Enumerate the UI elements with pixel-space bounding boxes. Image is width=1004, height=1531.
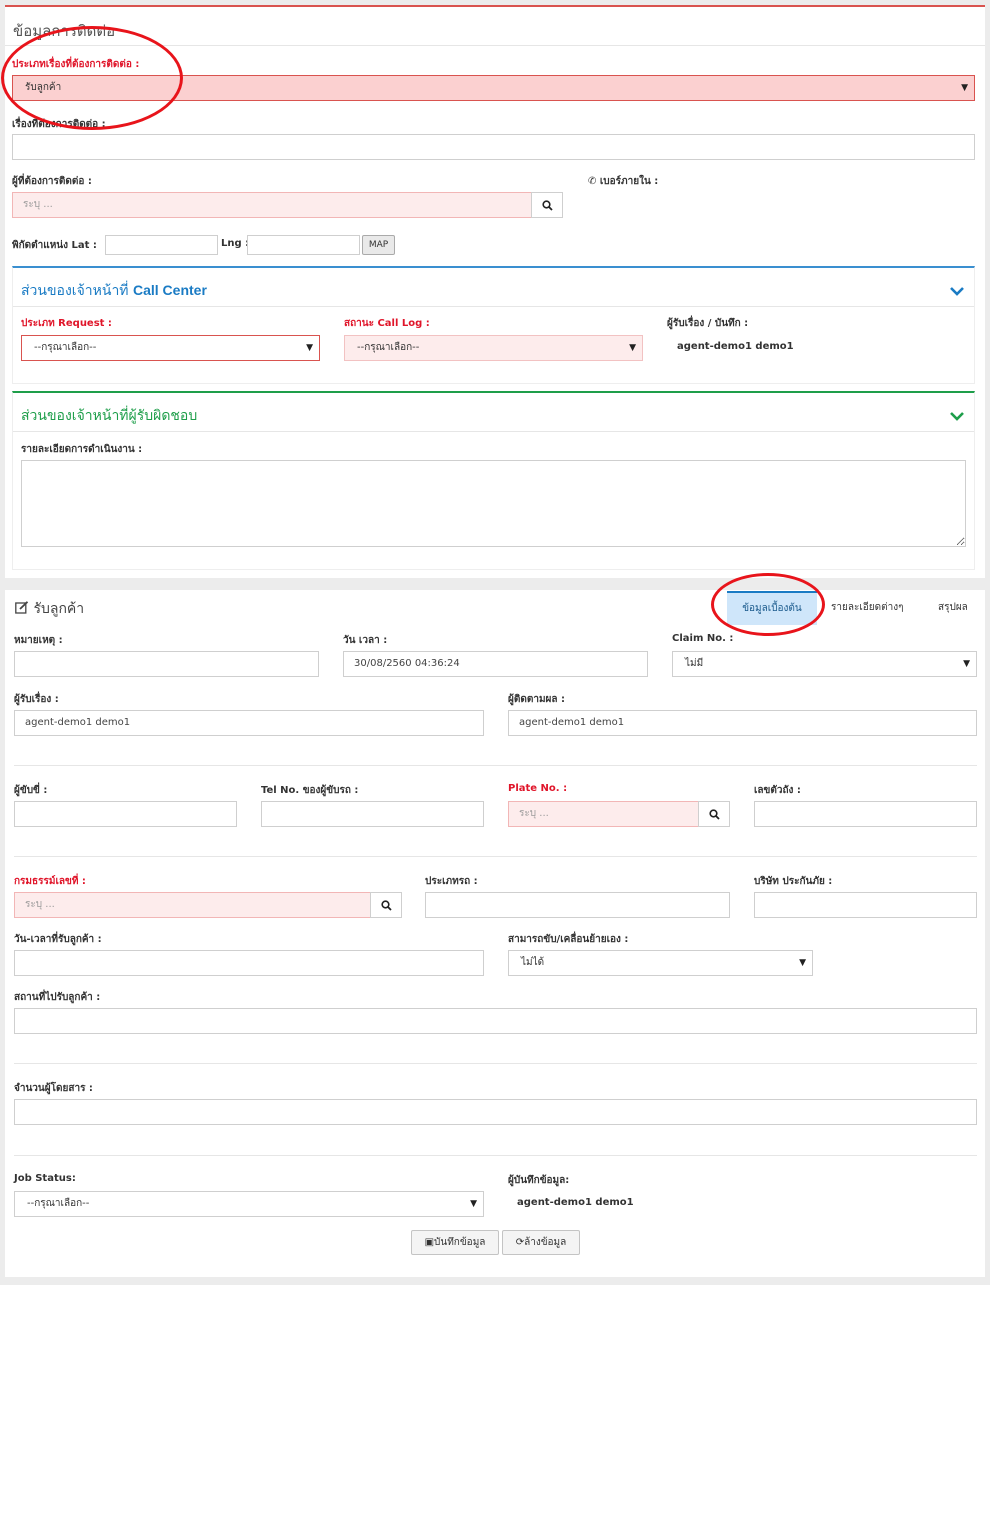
cc-recorder-label: ผู้รับเรื่อง / บันทึก : bbox=[667, 318, 749, 329]
save-icon: ▣ bbox=[424, 1237, 435, 1248]
contact-panel: ข้อมูลการติดต่อ ประเภทเรื่องที่ต้องการติ… bbox=[1, 5, 985, 578]
chassis-label: เลขตัวถัง : bbox=[754, 785, 801, 796]
customer-title: รับลูกค้า bbox=[33, 601, 85, 617]
plate-search-button[interactable] bbox=[698, 801, 730, 827]
call-center-title-prefix: ส่วนของเจ้าหน้าที่ bbox=[21, 283, 133, 299]
passengers-label: จำนวนผู้โดยสาร : bbox=[14, 1083, 93, 1094]
driver-tel-input[interactable] bbox=[261, 801, 484, 827]
chevron-down-icon[interactable] bbox=[950, 286, 964, 296]
caret-down-icon: ▼ bbox=[470, 1199, 477, 1209]
extension-label: เบอร์ภายใน : bbox=[599, 176, 659, 187]
call-center-title[interactable]: ส่วนของเจ้าหน้าที่ Call Center bbox=[21, 280, 207, 302]
pickup-datetime-label: วัน-เวลาที่รับลูกค้า : bbox=[14, 934, 102, 945]
topic-type-select[interactable]: รับลูกค้า ▼ bbox=[12, 75, 975, 101]
topic-type-label: ประเภทเรื่องที่ต้องการติดต่อ : bbox=[12, 59, 140, 70]
responsible-title[interactable]: ส่วนของเจ้าหน้าที่ผู้รับผิดชอบ bbox=[21, 405, 197, 427]
claim-select[interactable]: ไม่มี ▼ bbox=[672, 651, 977, 677]
data-recorder-value: agent-demo1 demo1 bbox=[517, 1197, 634, 1208]
drivable-value: ไม่ได้ bbox=[521, 957, 545, 968]
driver-input[interactable] bbox=[14, 801, 237, 827]
claim-value: ไม่มี bbox=[685, 658, 704, 669]
pickup-place-label: สถานที่ไปรับลูกค้า : bbox=[14, 992, 101, 1003]
contact-person-label: ผู้ที่ต้องการติดต่อ : bbox=[12, 176, 92, 187]
chassis-input[interactable] bbox=[754, 801, 977, 827]
plate-input[interactable]: ระบุ ... bbox=[508, 801, 699, 827]
data-recorder-label: ผู้บันทึกข้อมูล: bbox=[508, 1175, 570, 1186]
pickup-datetime-input[interactable] bbox=[14, 950, 484, 976]
note-label: หมายเหตุ : bbox=[14, 635, 63, 646]
contact-person-search-button[interactable] bbox=[531, 192, 563, 218]
insurer-input[interactable] bbox=[754, 892, 977, 918]
job-status-label: Job Status: bbox=[14, 1173, 76, 1184]
insurer-label: บริษัท ประกันภัย : bbox=[754, 876, 833, 887]
passengers-input[interactable] bbox=[14, 1099, 977, 1125]
extension-label-wrap: ✆ เบอร์ภายใน : bbox=[588, 174, 658, 189]
contact-person-input[interactable]: ระบุ ... bbox=[12, 192, 532, 218]
receiver-label: ผู้รับเรื่อง : bbox=[14, 694, 59, 705]
follower-input[interactable]: agent-demo1 demo1 bbox=[508, 710, 977, 736]
contact-panel-title: ข้อมูลการติดต่อ bbox=[13, 22, 116, 40]
caret-down-icon: ▼ bbox=[963, 659, 970, 669]
receiver-input[interactable]: agent-demo1 demo1 bbox=[14, 710, 484, 736]
details-textarea[interactable] bbox=[21, 460, 966, 547]
lng-label: Lng : bbox=[221, 238, 250, 249]
details-label: รายละเอียดการดำเนินงาน : bbox=[21, 444, 143, 455]
responsible-panel: ส่วนของเจ้าหน้าที่ผู้รับผิดชอบ รายละเอีย… bbox=[12, 391, 975, 570]
topic-input[interactable] bbox=[12, 134, 975, 160]
search-icon bbox=[709, 809, 720, 820]
caret-down-icon: ▼ bbox=[629, 343, 636, 353]
chevron-down-icon[interactable] bbox=[950, 411, 964, 421]
caret-down-icon: ▼ bbox=[799, 958, 806, 968]
drivable-label: สามารถขับ/เคลื่อนย้ายเอง : bbox=[508, 934, 629, 945]
note-input[interactable] bbox=[14, 651, 319, 677]
car-type-input[interactable] bbox=[425, 892, 730, 918]
call-log-select[interactable]: --กรุณาเลือก-- ▼ bbox=[344, 335, 643, 361]
clear-button[interactable]: ⟳ล้างข้อมูล bbox=[502, 1230, 580, 1255]
driver-label: ผู้ขับขี่ : bbox=[14, 785, 48, 796]
clear-button-label: ล้างข้อมูล bbox=[524, 1237, 567, 1248]
policy-input[interactable]: ระบุ ... bbox=[14, 892, 371, 918]
datetime-label: วัน เวลา : bbox=[343, 635, 388, 646]
lng-input[interactable] bbox=[247, 235, 360, 255]
policy-label: กรมธรรม์เลขที่ : bbox=[14, 876, 86, 887]
car-type-label: ประเภทรถ : bbox=[425, 876, 478, 887]
pickup-place-input[interactable] bbox=[14, 1008, 977, 1034]
map-button[interactable]: MAP bbox=[362, 235, 395, 255]
lat-input[interactable] bbox=[105, 235, 218, 255]
call-center-title-suffix: Call Center bbox=[132, 282, 207, 298]
coords-lat-label: พิกัดตำแหน่ง Lat : bbox=[12, 240, 97, 251]
job-status-value: --กรุณาเลือก-- bbox=[27, 1198, 90, 1209]
refresh-icon: ⟳ bbox=[515, 1237, 525, 1248]
driver-tel-label: Tel No. ของผู้ขับรถ : bbox=[261, 785, 359, 796]
request-type-select[interactable]: --กรุณาเลือก-- ▼ bbox=[21, 335, 320, 361]
caret-down-icon: ▼ bbox=[961, 83, 968, 93]
drivable-select[interactable]: ไม่ได้ ▼ bbox=[508, 950, 813, 976]
request-type-label: ประเภท Request : bbox=[21, 318, 112, 329]
tab-summary[interactable]: สรุปผล bbox=[938, 591, 968, 625]
call-log-value: --กรุณาเลือก-- bbox=[357, 342, 420, 353]
call-center-panel: ส่วนของเจ้าหน้าที่ Call Center ประเภท Re… bbox=[12, 266, 975, 384]
edit-icon bbox=[15, 601, 29, 614]
topic-label: เรื่องที่ต้องการติดต่อ : bbox=[12, 119, 106, 130]
save-button-label: บันทึกข้อมูล bbox=[434, 1237, 486, 1248]
cc-recorder-value: agent-demo1 demo1 bbox=[677, 341, 794, 352]
policy-search-button[interactable] bbox=[370, 892, 402, 918]
plate-label: Plate No. : bbox=[508, 783, 568, 794]
follower-label: ผู้ติดตามผล : bbox=[508, 694, 566, 705]
save-button[interactable]: ▣บันทึกข้อมูล bbox=[411, 1230, 499, 1255]
customer-panel: รับลูกค้า ข้อมูลเบื้องต้น รายละเอียดต่าง… bbox=[5, 573, 985, 1277]
caret-down-icon: ▼ bbox=[306, 343, 313, 353]
customer-title-wrap: รับลูกค้า bbox=[15, 598, 84, 620]
topic-type-value: รับลูกค้า bbox=[25, 82, 62, 93]
search-icon bbox=[381, 900, 392, 911]
job-status-select[interactable]: --กรุณาเลือก-- ▼ bbox=[14, 1191, 484, 1217]
tab-details[interactable]: รายละเอียดต่างๆ bbox=[831, 591, 904, 625]
datetime-input[interactable]: 30/08/2560 04:36:24 bbox=[343, 651, 648, 677]
request-type-value: --กรุณาเลือก-- bbox=[34, 342, 97, 353]
claim-label: Claim No. : bbox=[672, 633, 734, 644]
phone-icon: ✆ bbox=[588, 176, 597, 187]
search-icon bbox=[542, 200, 553, 211]
call-log-label: สถานะ Call Log : bbox=[344, 318, 430, 329]
tab-basic-info[interactable]: ข้อมูลเบื้องต้น bbox=[727, 591, 817, 625]
